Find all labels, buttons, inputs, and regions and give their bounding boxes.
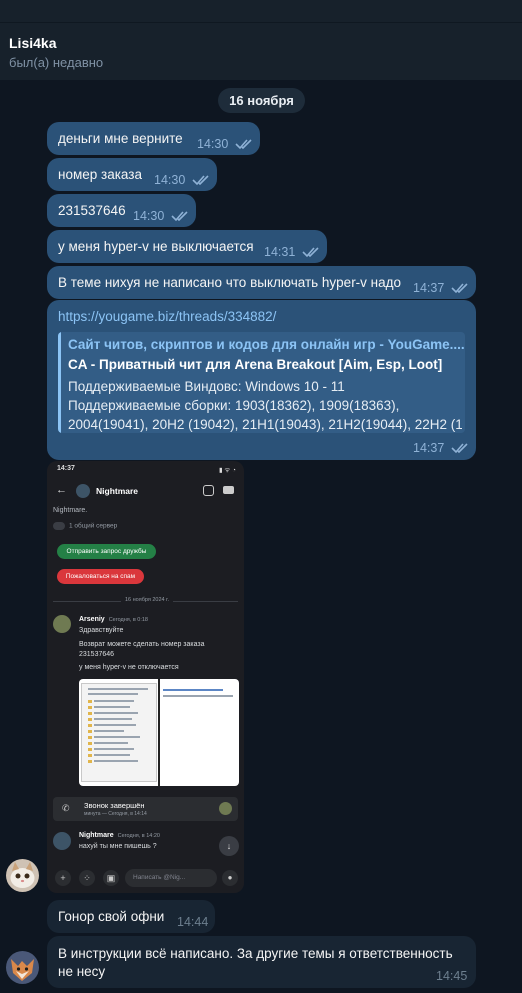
message-text: у меня hyper-v не выключается	[58, 239, 254, 254]
server-icon	[53, 522, 65, 530]
message-author: Nightmare Сегодня, в 14:20	[79, 832, 160, 839]
message-text: Гонор свой офни	[58, 909, 165, 924]
chat-header[interactable]: Lisi4ka был(а) недавно	[0, 22, 522, 80]
link-preview[interactable]: Сайт читов, скриптов и кодов для онлайн …	[58, 332, 465, 433]
sender-avatar-fox[interactable]	[6, 951, 39, 984]
preview-desc-line: Поддерживаемые сборки: 1903(18362), 1909…	[68, 398, 400, 413]
settings-pane	[161, 683, 237, 782]
message-bubble[interactable]: деньги мне верните 14:30	[47, 122, 260, 155]
message-timestamp: Сегодня, в 0:18	[108, 617, 148, 623]
preview-desc-line: Поддерживаемые Виндовс: Windows 10 - 11	[68, 379, 345, 394]
message-time: 14:30	[197, 137, 229, 151]
message-text: В теме нихуя не написано что выключать h…	[58, 275, 402, 290]
message-text-line: В инструкции всё написано. За другие тем…	[58, 946, 453, 961]
avatar	[53, 832, 71, 850]
message-line: Здравствуйте	[79, 627, 124, 634]
sender-avatar-cat[interactable]	[6, 859, 39, 892]
message-time: 14:44	[177, 915, 209, 929]
message-line: Возврат можете сделать номер заказа	[79, 641, 205, 648]
apps-icon: ⁘	[79, 870, 95, 886]
message-text: номер заказа	[58, 167, 142, 182]
contact-status: был(а) недавно	[9, 55, 104, 70]
message-time: 14:37	[413, 441, 445, 455]
screenshot-image[interactable]: 14:37 ▮ ᯤ ◔ ← Nightmare Nightmare. 1 общ…	[47, 461, 244, 893]
date-divider-label: 16 ноября 2024 г.	[121, 597, 173, 603]
call-ended-card: ✆ Звонок завершён минута — Сегодня, в 14…	[53, 797, 238, 821]
message-time: 14:30	[133, 209, 165, 223]
phone-status-icons: ▮ ᯤ ◔	[218, 467, 236, 474]
contact-name[interactable]: Lisi4ka	[9, 35, 56, 51]
call-subtitle: минута — Сегодня, в 14:14	[84, 811, 147, 817]
preview-desc-line: 2004(19041), 20H2 (19042), 21H1(19043), …	[68, 417, 462, 432]
dm-name: Nightmare	[96, 486, 139, 496]
message-time: 14:31	[264, 245, 296, 259]
attached-image	[79, 679, 239, 786]
message-bubble[interactable]: у меня hyper-v не выключается 14:31	[47, 230, 327, 263]
video-call-icon	[223, 486, 234, 494]
gift-icon: ▣	[103, 870, 119, 886]
back-arrow-icon: ←	[56, 484, 67, 496]
phone-time: 14:37	[57, 465, 75, 472]
message-link[interactable]: https://yougame.biz/threads/334882/	[58, 309, 276, 324]
author-name: Arseniy	[79, 616, 105, 623]
message-text: деньги мне верните	[58, 131, 183, 146]
preview-site-name: Сайт читов, скриптов и кодов для онлайн …	[68, 337, 465, 352]
phone-status-bar: 14:37 ▮ ᯤ ◔	[47, 461, 244, 478]
date-separator: 16 ноября	[218, 88, 305, 113]
phone-icon: ✆	[62, 803, 70, 813]
message-line: у меня hyper-v не отключается	[79, 664, 179, 671]
mutual-server: 1 общий сервер	[53, 522, 117, 530]
preview-accent-bar	[58, 332, 61, 433]
message-text: 231537646	[58, 203, 126, 218]
phone-call-icon	[203, 485, 214, 496]
read-ticks-icon	[451, 283, 468, 294]
message-timestamp: Сегодня, в 14:20	[117, 833, 160, 839]
read-ticks-icon	[451, 443, 468, 454]
message-input: Написать @Nig...	[125, 869, 217, 887]
date-divider: 16 ноября 2024 г.	[53, 597, 238, 603]
author-name: Nightmare	[79, 832, 114, 839]
read-ticks-icon	[192, 175, 209, 186]
message-text-line: не несу	[58, 964, 106, 979]
windows-features-pane	[81, 683, 157, 782]
microphone-icon: ●	[222, 870, 238, 886]
read-ticks-icon	[235, 139, 252, 150]
message-time: 14:30	[154, 173, 186, 187]
preview-description: Поддерживаемые Виндовс: Windows 10 - 11 …	[68, 377, 462, 433]
message-input-bar: + ⁘ ▣ Написать @Nig... ●	[47, 863, 244, 893]
friend-request-button: Отправить запрос дружбы	[57, 544, 156, 559]
report-spam-button: Пожаловаться на спам	[57, 569, 144, 584]
avatar	[76, 484, 90, 498]
dm-header: ← Nightmare	[47, 478, 244, 504]
profile-name: Nightmare.	[53, 507, 88, 514]
plus-icon: +	[55, 870, 71, 886]
message-bubble[interactable]: 231537646 14:30	[47, 194, 196, 227]
incoming-message-bubble[interactable]: Гонор свой офни 14:44	[47, 900, 215, 933]
window-top-strip	[0, 0, 522, 22]
message-bubble[interactable]: номер заказа 14:30	[47, 158, 217, 191]
avatar	[219, 802, 232, 815]
fox-avatar-icon	[6, 951, 39, 984]
read-ticks-icon	[302, 247, 319, 258]
avatar	[53, 615, 71, 633]
message-bubble[interactable]: В теме нихуя не написано что выключать h…	[47, 266, 476, 299]
incoming-message-bubble[interactable]: В инструкции всё написано. За другие тем…	[47, 936, 476, 988]
scroll-down-icon: ↓	[219, 836, 239, 856]
read-ticks-icon	[171, 211, 188, 222]
message-line: 231537646	[79, 651, 115, 658]
message-time: 14:37	[413, 281, 445, 295]
message-time: 14:45	[436, 969, 468, 983]
message-author: Arseniy Сегодня, в 0:18	[79, 616, 148, 623]
mutual-server-text: 1 общий сервер	[69, 522, 118, 530]
call-title: Звонок завершён	[84, 801, 145, 810]
cat-avatar-icon	[6, 859, 39, 892]
preview-title: CA - Приватный чит для Arena Breakout [A…	[68, 357, 443, 372]
message-line: нахуй ты мне пишешь ?	[79, 843, 157, 850]
link-message-bubble[interactable]: https://yougame.biz/threads/334882/ Сайт…	[47, 300, 476, 460]
